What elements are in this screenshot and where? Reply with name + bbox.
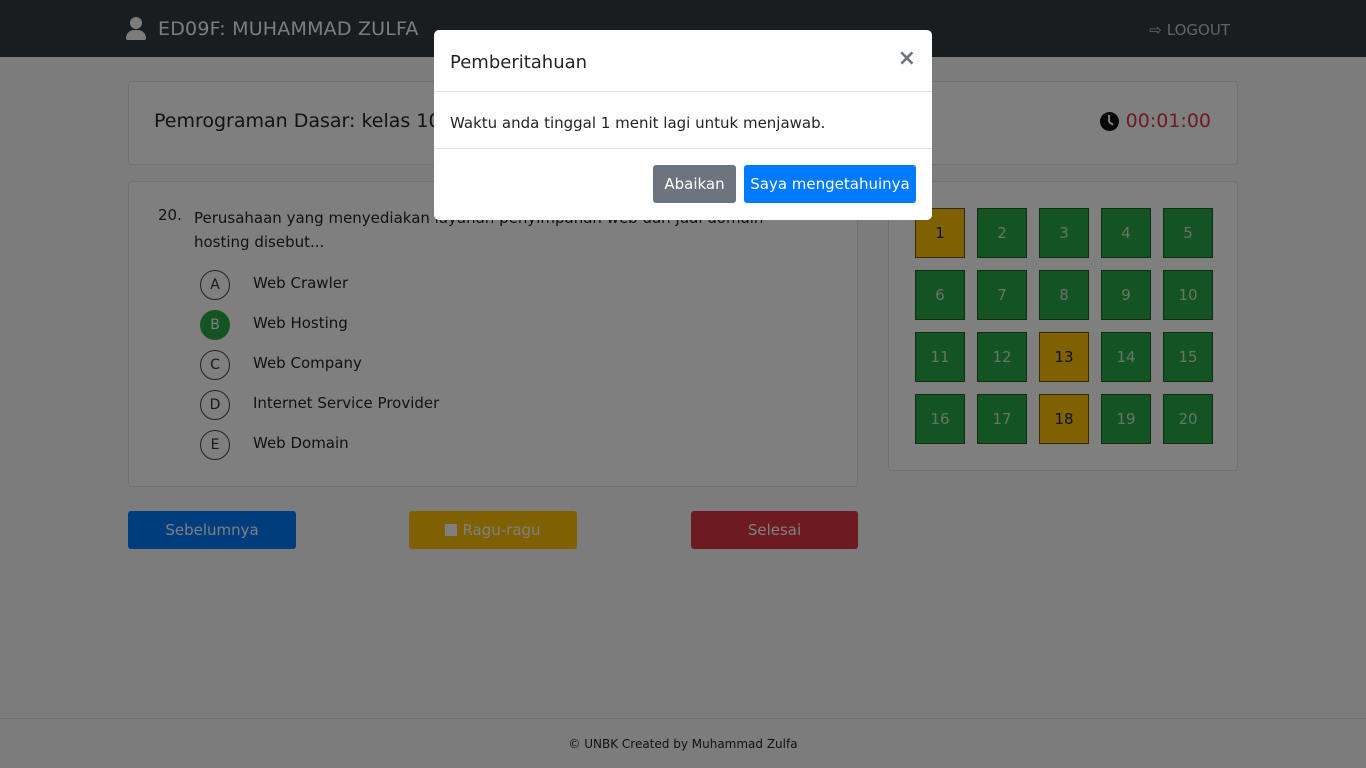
ignore-label: Abaikan xyxy=(664,175,725,193)
close-icon[interactable]: × xyxy=(898,47,916,71)
acknowledge-button[interactable]: Saya mengetahuinya xyxy=(744,165,916,203)
modal-title: Pemberitahuan xyxy=(450,52,588,73)
modal-backdrop[interactable]: Pemberitahuan × Waktu anda tinggal 1 men… xyxy=(0,0,1366,768)
modal-header: Pemberitahuan × xyxy=(434,30,932,92)
notification-modal: Pemberitahuan × Waktu anda tinggal 1 men… xyxy=(434,30,932,220)
modal-footer: Abaikan Saya mengetahuinya xyxy=(434,149,932,220)
modal-message: Waktu anda tinggal 1 menit lagi untuk me… xyxy=(450,114,826,132)
modal-body: Waktu anda tinggal 1 menit lagi untuk me… xyxy=(434,92,932,149)
ignore-button[interactable]: Abaikan xyxy=(653,165,736,203)
acknowledge-label: Saya mengetahuinya xyxy=(750,175,910,193)
